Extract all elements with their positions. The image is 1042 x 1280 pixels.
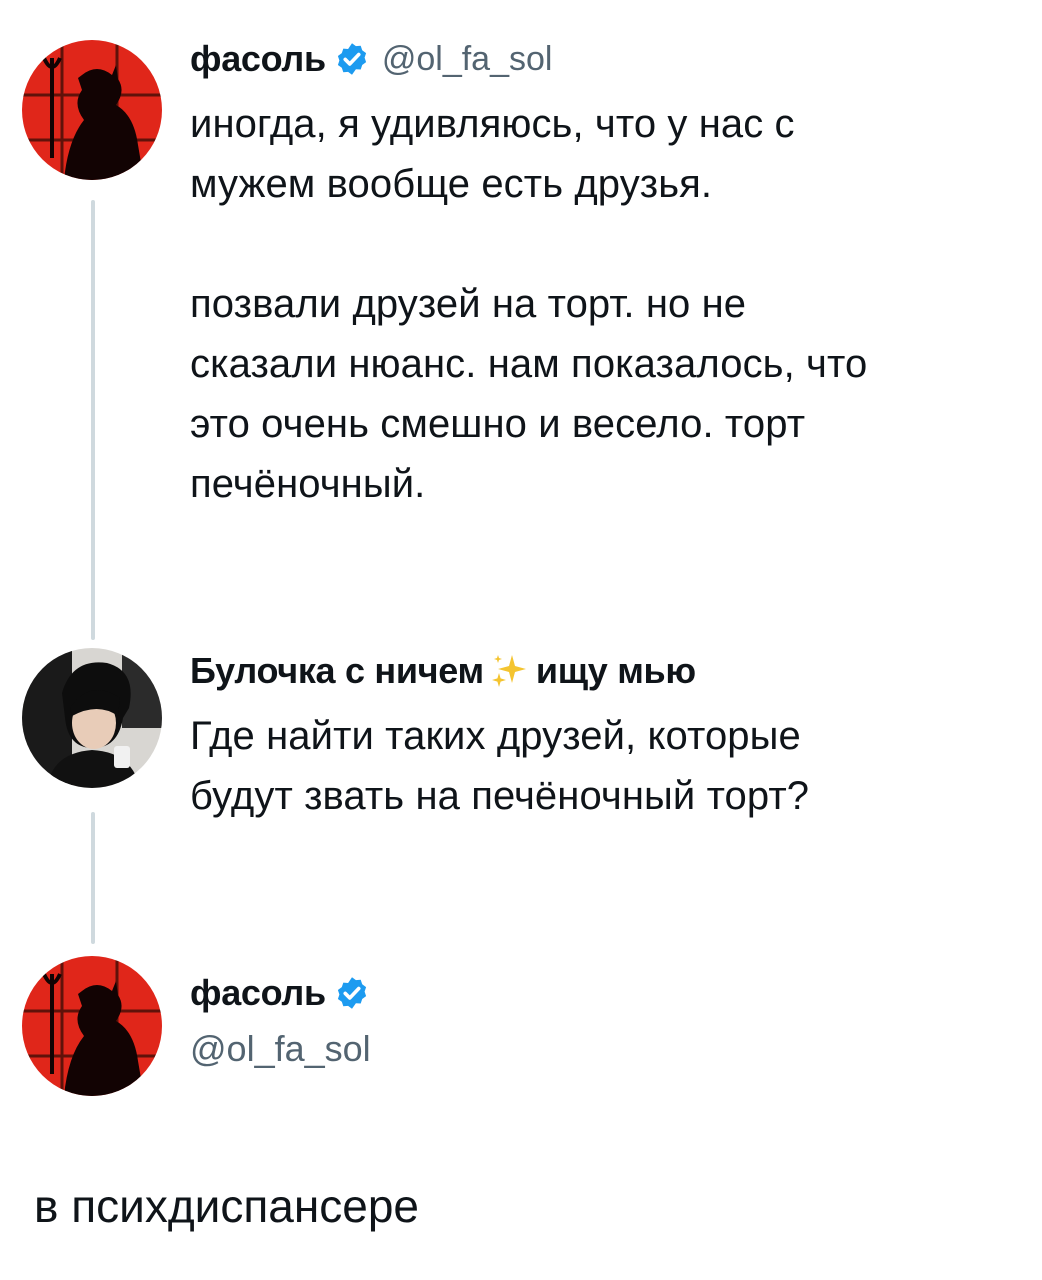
author-name-suffix[interactable]: ищу мью [536,650,696,692]
post-text: иногда, я удивляюсь, что у нас с мужем в… [190,102,868,506]
author-name[interactable]: фасоль [190,972,326,1014]
avatar[interactable] [22,40,162,180]
avatar[interactable] [22,956,162,1096]
author-handle[interactable]: @ol_fa_sol [190,1028,1002,1070]
post-text: Где найти таких друзей, которые будут зв… [190,714,810,818]
post: Булочка с ничем ищу мью Где найти таких … [190,648,1002,826]
author-name[interactable]: фасоль [190,38,326,80]
post-author-block: фасоль @ol_fa_sol [190,970,1002,1070]
verified-badge-icon [334,975,370,1011]
avatar[interactable] [22,648,162,788]
verified-badge-icon [334,41,370,77]
post-header: Булочка с ничем ищу мью [190,648,1002,694]
author-handle[interactable]: @ol_fa_sol [382,40,553,79]
post-header: фасоль [190,970,1002,1016]
post: фасоль @ol_fa_sol иногда, я удивляюсь, ч… [190,36,1002,514]
sparkles-icon [490,651,530,691]
author-name-prefix[interactable]: Булочка с ничем [190,650,484,692]
post-text: в психдиспансере [34,1180,420,1232]
thread-line [91,200,95,640]
thread-line [91,812,95,944]
post-header: фасоль @ol_fa_sol [190,36,1002,82]
